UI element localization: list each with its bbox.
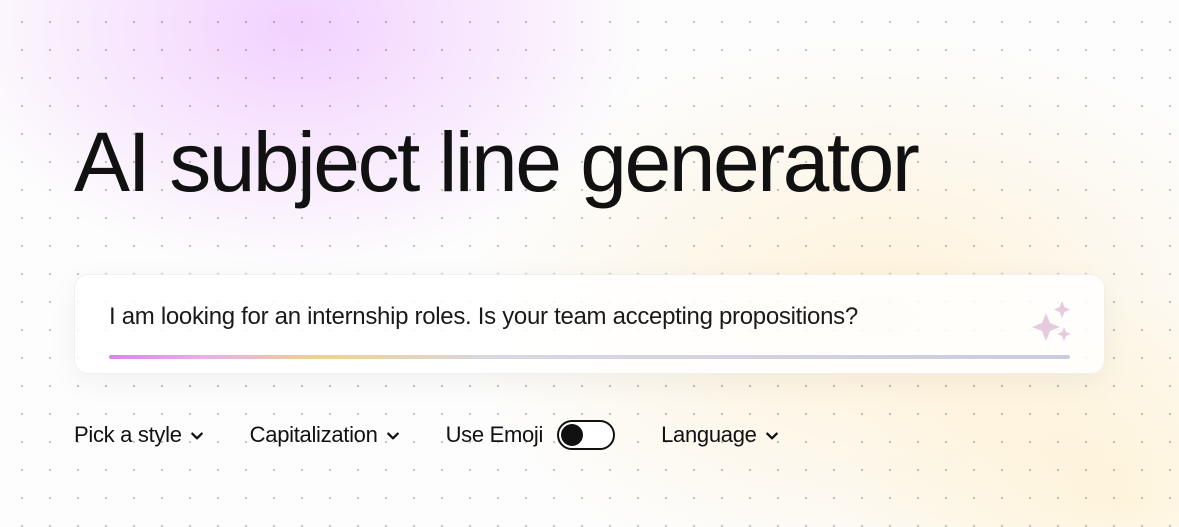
emoji-label: Use Emoji [446,422,544,448]
prompt-input-card [74,274,1105,374]
capitalization-label: Capitalization [250,422,378,448]
capitalization-dropdown[interactable]: Capitalization [250,422,400,448]
chevron-down-icon [190,429,204,443]
toggle-knob [561,424,583,446]
controls-row: Pick a style Capitalization Use Emoji La… [74,420,1105,450]
chevron-down-icon [386,429,400,443]
sparkle-icon [1026,297,1074,345]
main-container: AI subject line generator Pick a style C… [0,0,1179,450]
style-label: Pick a style [74,422,182,448]
language-dropdown[interactable]: Language [661,422,778,448]
language-label: Language [661,422,756,448]
emoji-control: Use Emoji [446,420,616,450]
page-title: AI subject line generator [74,120,1105,204]
prompt-input[interactable] [109,303,1000,331]
progress-bar [109,355,1070,359]
style-dropdown[interactable]: Pick a style [74,422,204,448]
emoji-toggle[interactable] [557,420,615,450]
chevron-down-icon [765,429,779,443]
